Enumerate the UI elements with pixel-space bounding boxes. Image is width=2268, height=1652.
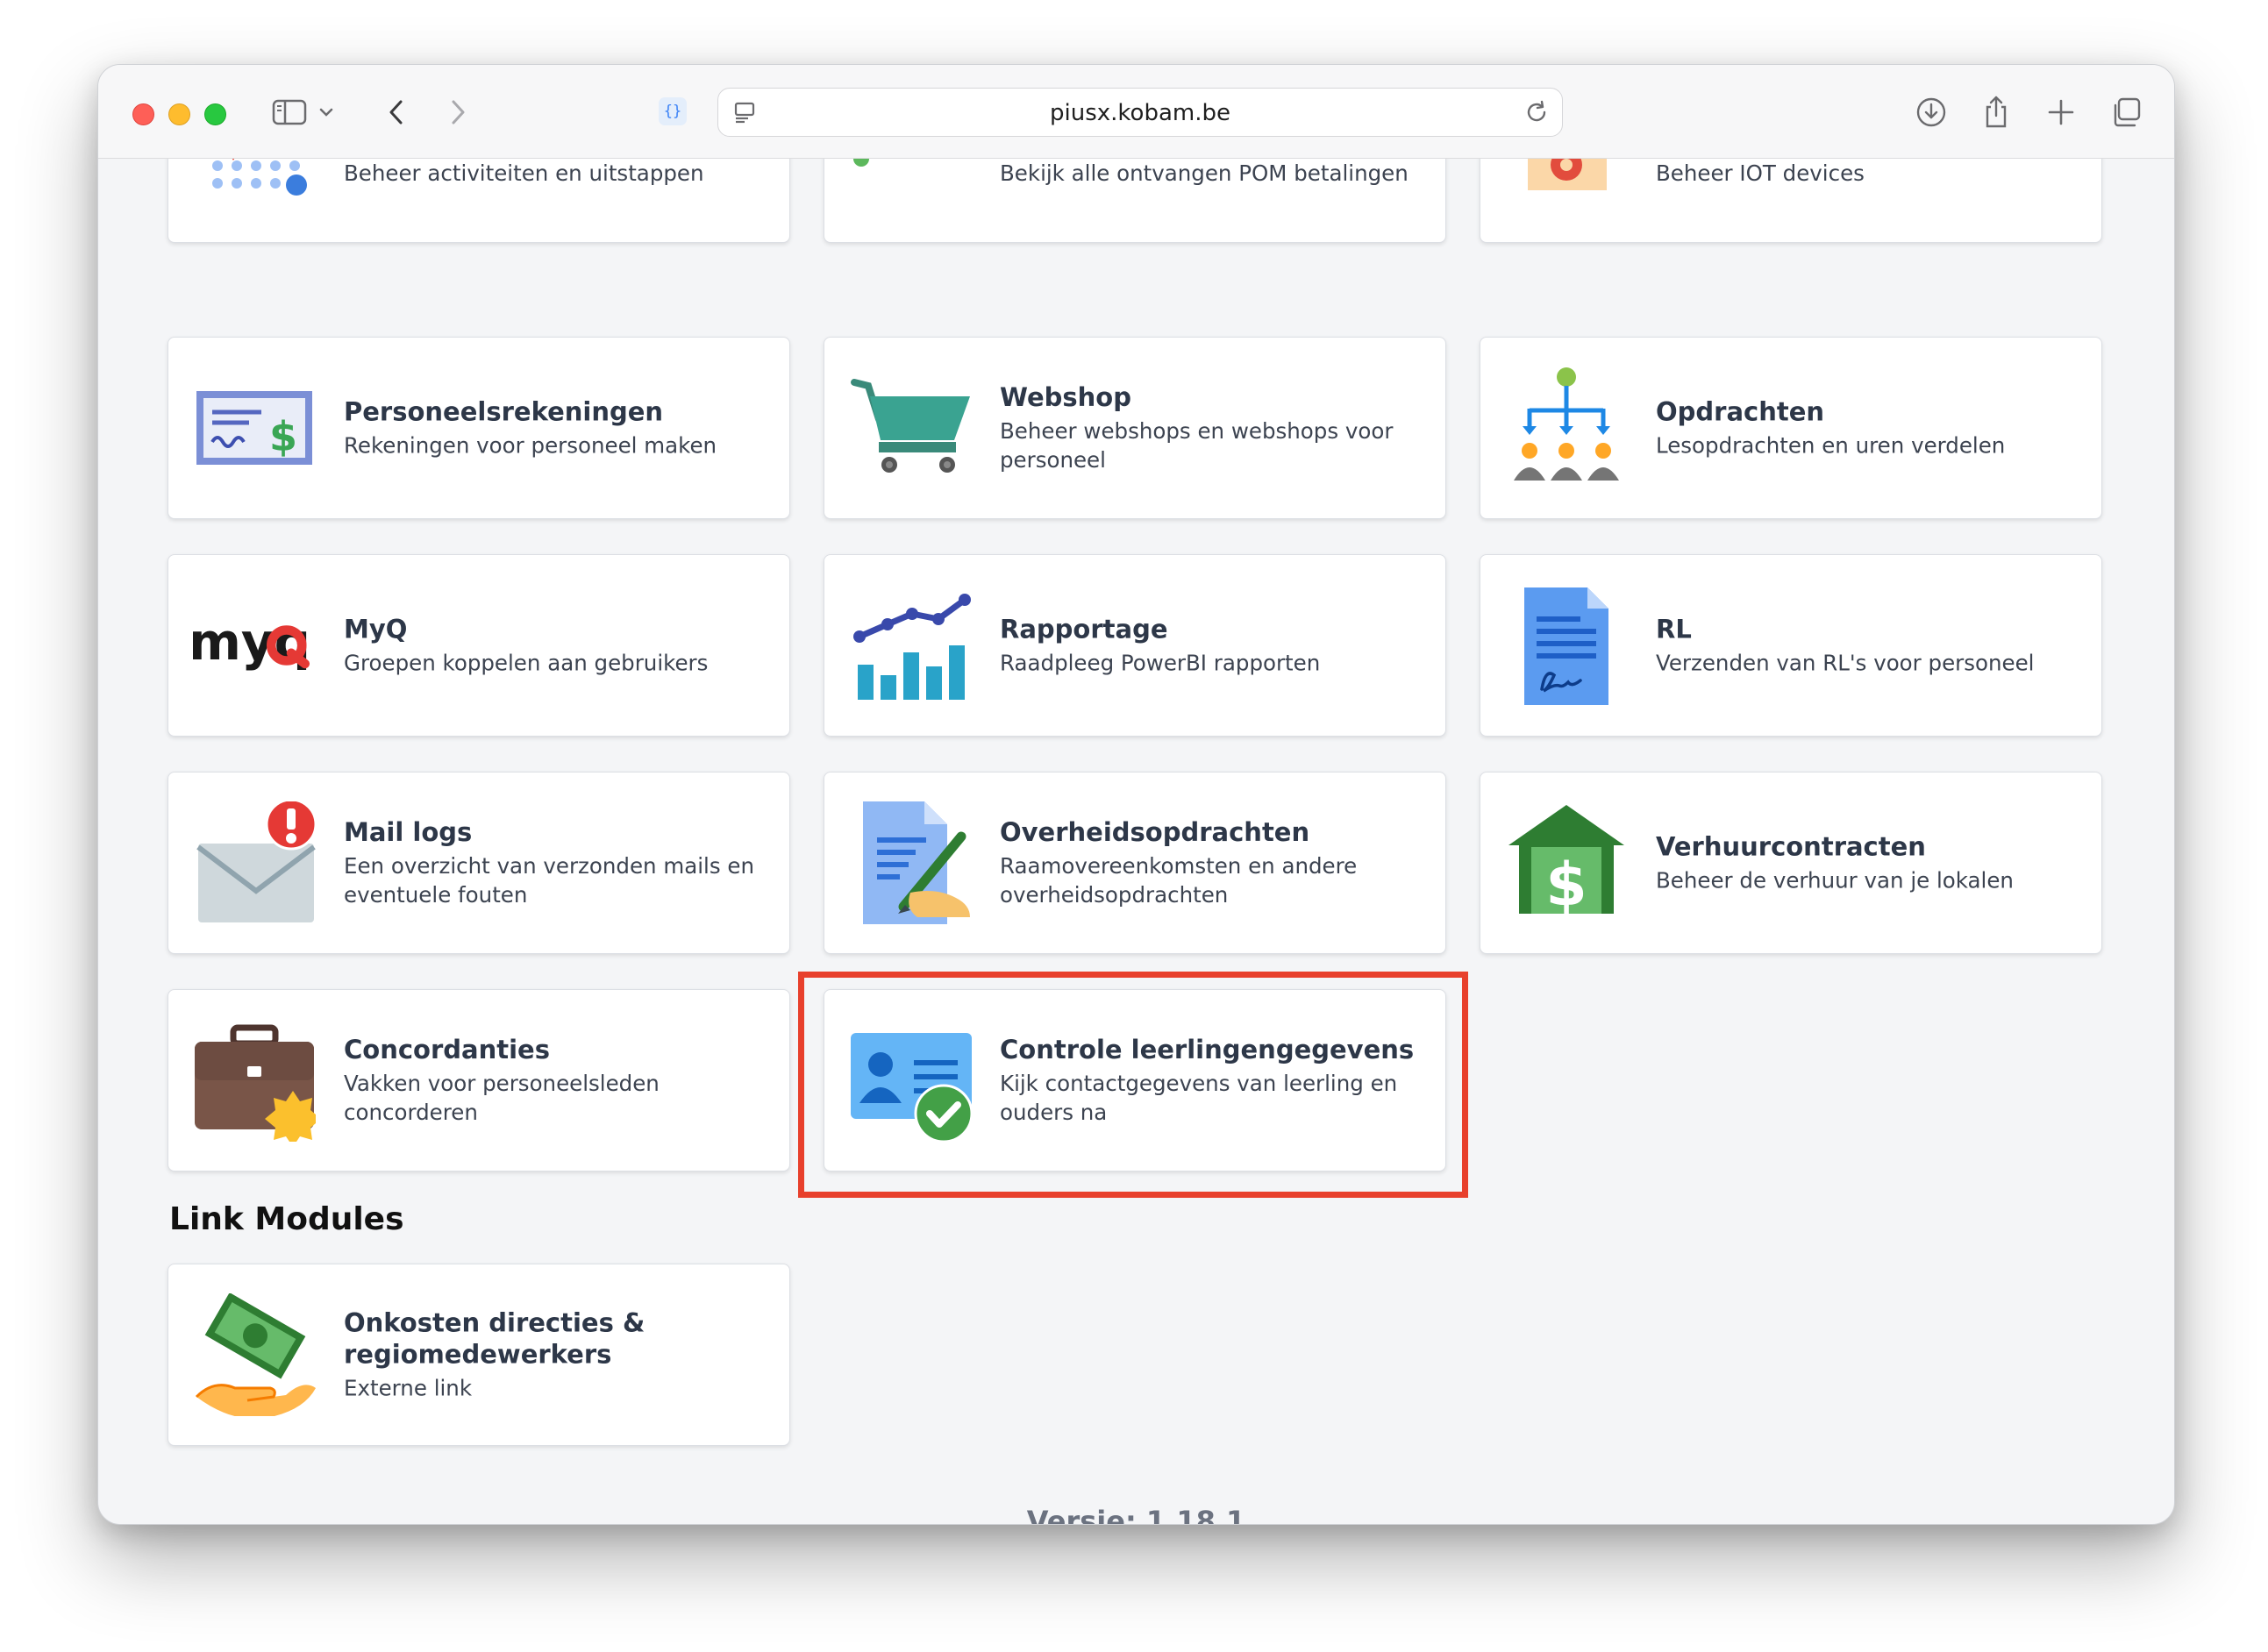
sidebar-toggle-icon[interactable]: [267, 89, 312, 135]
address-bar[interactable]: piusx.kobam.be: [717, 88, 1563, 137]
module-title: Verhuurcontracten: [1656, 831, 1926, 862]
minimize-window-button[interactable]: [168, 103, 190, 125]
module-desc: Lesopdrachten en uren verdelen: [1656, 432, 2006, 459]
module-title: Onkosten directies & regiomedewerkers: [344, 1307, 645, 1370]
module-card-activities[interactable]: Beheer activiteiten en uitstappen: [168, 159, 790, 243]
module-desc: Vakken voor personeelsleden concorderen: [344, 1071, 660, 1125]
module-desc: Een overzicht van verzonden mails en eve…: [344, 853, 755, 908]
module-card-overheidsopdrachten[interactable]: Overheidsopdrachten Raamovereenkomsten e…: [824, 772, 1446, 954]
module-card-verhuurcontracten[interactable]: $ Verhuurcontracten Beheer de verhuur va…: [1480, 772, 2102, 954]
module-title: Rapportage: [1000, 614, 1168, 644]
section-title-link-modules: Link Modules: [169, 1201, 404, 1237]
share-icon[interactable]: [1973, 89, 2019, 135]
reload-icon[interactable]: [1522, 97, 1551, 127]
zoom-window-button[interactable]: [204, 103, 226, 125]
module-title: Personeelsrekeningen: [344, 396, 664, 427]
module-title: MyQ: [344, 614, 408, 644]
iot-device-icon: [1505, 159, 1628, 213]
bar-chart-icon: [849, 584, 972, 707]
module-card-mail-logs[interactable]: Mail logs Een overzicht van verzonden ma…: [168, 772, 790, 954]
tab-overview-icon[interactable]: [2103, 89, 2149, 135]
chevron-down-icon[interactable]: [312, 89, 340, 135]
module-desc: Beheer IOT devices: [1656, 160, 1865, 186]
module-card-concordanties[interactable]: Concordanties Vakken voor personeelslede…: [168, 989, 790, 1171]
module-card-onkosten[interactable]: Onkosten directies & regiomedewerkers Ex…: [168, 1264, 790, 1446]
module-title: Concordanties: [344, 1035, 550, 1065]
document-pen-icon: [849, 801, 972, 924]
briefcase-badge-icon: [193, 1019, 316, 1142]
module-title: Opdrachten: [1656, 396, 1825, 427]
module-desc: Beheer activiteiten en uitstappen: [344, 160, 704, 186]
close-window-button[interactable]: [132, 103, 154, 125]
browser-toolbar: {} piusx.kobam.be: [98, 65, 2174, 159]
module-title: Overheidsopdrachten: [1000, 817, 1310, 847]
back-arrow-icon[interactable]: [374, 89, 419, 135]
module-desc: Bekijk alle ontvangen POM betalingen: [1000, 160, 1409, 186]
module-card-webshop[interactable]: Webshop Beheer webshops en webshops voor…: [824, 337, 1446, 519]
module-desc: Externe link: [344, 1375, 473, 1401]
hand-money-icon: [193, 1293, 316, 1416]
module-card-pom-payments[interactable]: Bekijk alle ontvangen POM betalingen: [824, 159, 1446, 243]
module-desc: Rekeningen voor personeel maken: [344, 432, 717, 459]
svg-text:$: $: [269, 413, 297, 460]
version-label: Versie: 1.18.1: [1026, 1505, 1246, 1524]
module-card-personeelsrekeningen[interactable]: $ Personeelsrekeningen Rekeningen voor p…: [168, 337, 790, 519]
new-tab-icon[interactable]: [2038, 89, 2084, 135]
page-content: Beheer activiteiten en uitstappen Bekijk…: [98, 159, 2174, 1524]
module-desc: Beheer de verhuur van je lokalen: [1656, 867, 2014, 894]
org-chart-icon: [1505, 367, 1628, 489]
svg-text:$: $: [1545, 851, 1587, 920]
module-desc: Beheer webshops en webshops voor persone…: [1000, 418, 1394, 473]
house-dollar-icon: $: [1505, 801, 1628, 924]
module-title: Mail logs: [344, 817, 473, 847]
module-title: RL: [1656, 614, 1692, 644]
module-desc: Groepen koppelen aan gebruikers: [344, 650, 709, 676]
document-signature-icon: [1505, 584, 1628, 707]
myq-logo: myq: [193, 584, 316, 707]
extension-icon[interactable]: {}: [659, 97, 687, 125]
module-card-myq[interactable]: myq MyQ Groepen koppelen aan gebruikers: [168, 554, 790, 737]
module-card-rl[interactable]: RL Verzenden van RL's voor personeel: [1480, 554, 2102, 737]
shopping-cart-icon: [849, 367, 972, 489]
forward-arrow-icon[interactable]: [435, 89, 481, 135]
browser-window: {} piusx.kobam.be Beheer activiteiten en…: [97, 64, 2175, 1525]
mail-error-icon: [193, 801, 316, 924]
downloads-icon[interactable]: [1908, 89, 1954, 135]
module-desc: Verzenden van RL's voor personeel: [1656, 650, 2035, 676]
module-desc: Raamovereenkomsten en andere overheidsop…: [1000, 853, 1358, 908]
module-card-opdrachten[interactable]: Opdrachten Lesopdrachten en uren verdele…: [1480, 337, 2102, 519]
module-card-iot[interactable]: Beheer IOT devices: [1480, 159, 2102, 243]
check-invoice-icon: $: [193, 367, 316, 489]
highlight-box: [798, 972, 1468, 1198]
module-title: Webshop: [1000, 382, 1131, 412]
module-desc: Raadpleeg PowerBI rapporten: [1000, 650, 1321, 676]
module-card-rapportage[interactable]: Rapportage Raadpleeg PowerBI rapporten: [824, 554, 1446, 737]
calendar-dots-icon: [193, 159, 316, 213]
payments-chart-icon: [849, 159, 972, 213]
url-text: piusx.kobam.be: [1050, 100, 1230, 126]
